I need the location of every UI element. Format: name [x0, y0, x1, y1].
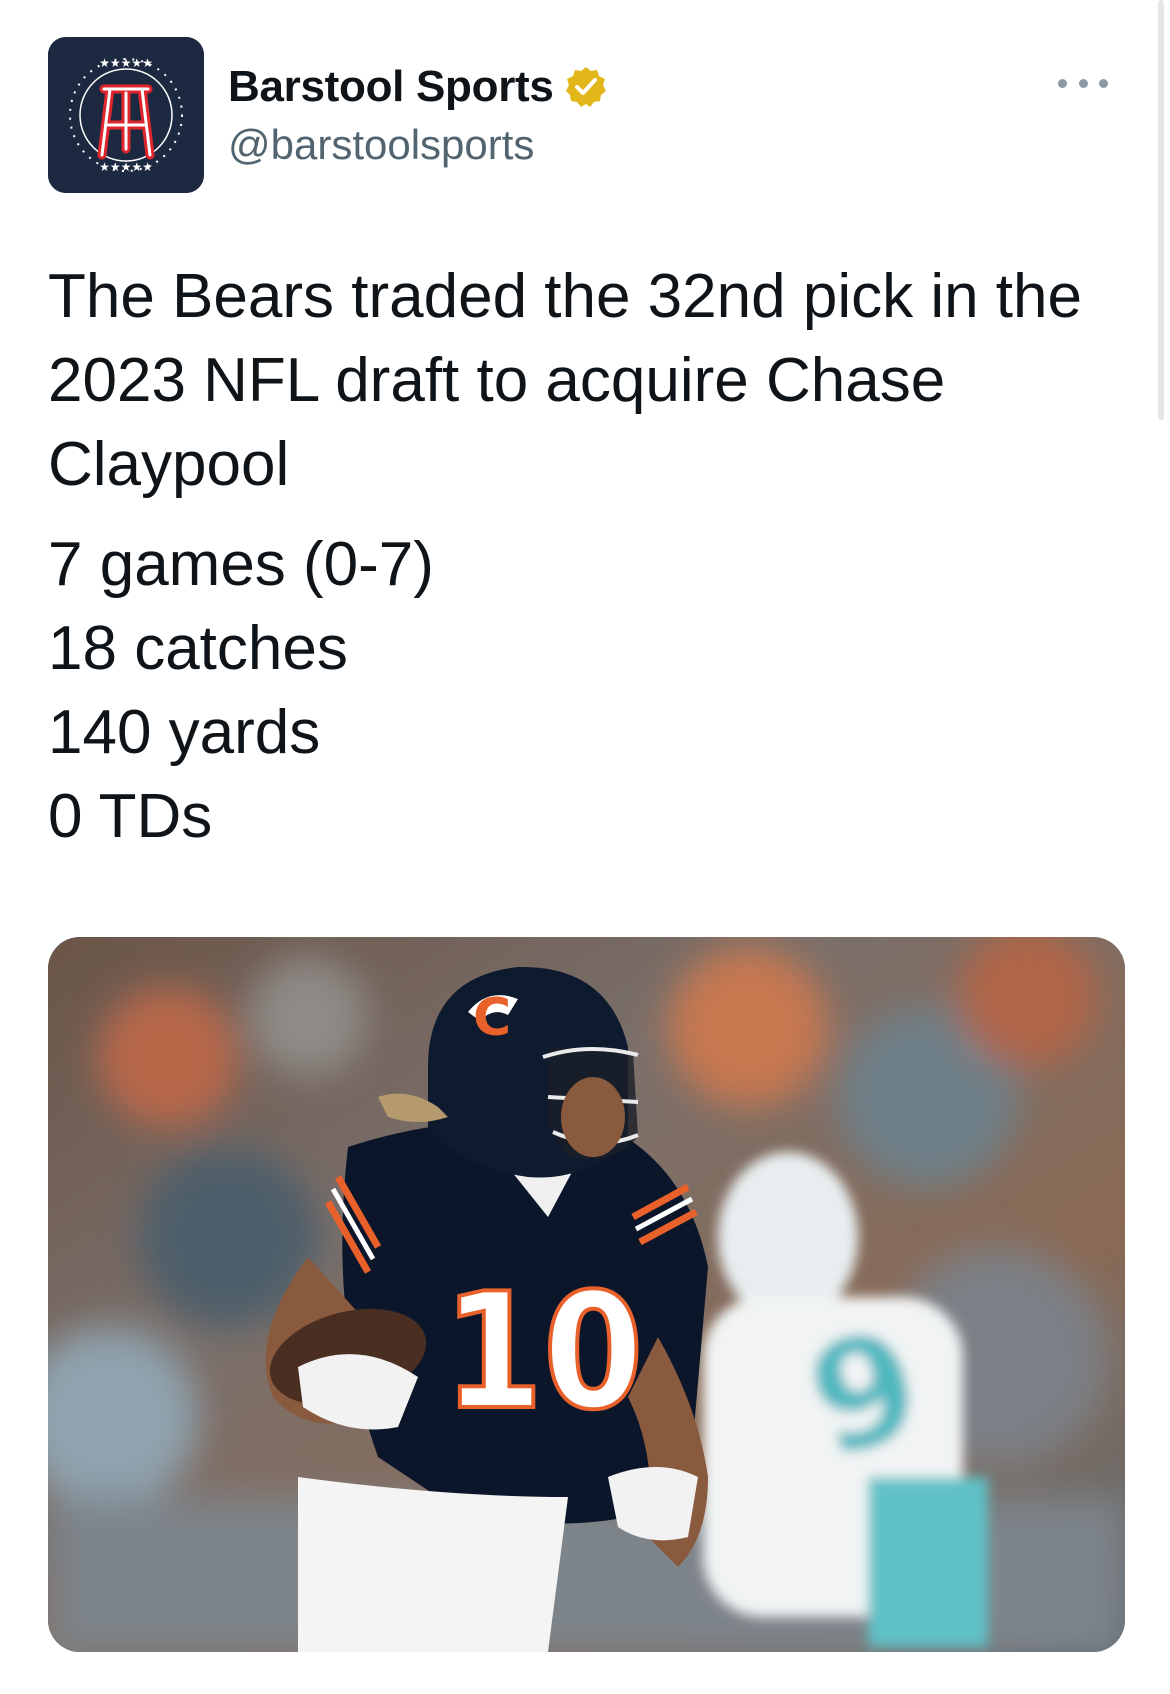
tweet-header: ★★★★★ ★★★★★ Barstool Sports @barstoolspo… [48, 37, 1128, 193]
tweet-text: The Bears traded the 32nd pick in the 20… [48, 255, 1128, 859]
display-name-row: Barstool Sports [228, 59, 608, 115]
stat-line: 7 games (0-7) [48, 530, 434, 599]
ellipsis-icon [1099, 78, 1108, 88]
barstool-stool-logo-icon: ★★★★★ ★★★★★ [48, 37, 204, 193]
stat-line: 140 yards [48, 698, 321, 767]
display-name[interactable]: Barstool Sports [228, 62, 554, 112]
stat-line: 18 catches [48, 614, 348, 683]
scrollbar[interactable] [1158, 0, 1164, 420]
more-options-button[interactable] [1058, 73, 1108, 93]
ellipsis-icon [1078, 78, 1088, 88]
verified-badge-icon[interactable] [564, 65, 608, 109]
stat-line: 0 TDs [48, 782, 213, 851]
tweet-text-lead: The Bears traded the 32nd pick in the 20… [48, 262, 1082, 499]
svg-text:C: C [473, 988, 511, 1048]
jersey-number: 10 [443, 1258, 643, 1445]
stats-list: 7 games (0-7) 18 catches 140 yards 0 TDs [48, 523, 1128, 859]
ellipsis-icon [1058, 78, 1067, 88]
avatar[interactable]: ★★★★★ ★★★★★ [48, 37, 204, 193]
author-names: Barstool Sports @barstoolsports [228, 59, 608, 169]
tweet-card[interactable]: ★★★★★ ★★★★★ Barstool Sports @barstoolspo… [0, 0, 1170, 1694]
tweet-photo[interactable]: 9 10 C [48, 937, 1125, 1652]
football-player-photo: 9 10 C [48, 937, 1125, 1652]
author-handle[interactable]: @barstoolsports [228, 121, 608, 169]
svg-text:★★★★★: ★★★★★ [99, 160, 153, 174]
svg-text:★★★★★: ★★★★★ [99, 56, 153, 70]
